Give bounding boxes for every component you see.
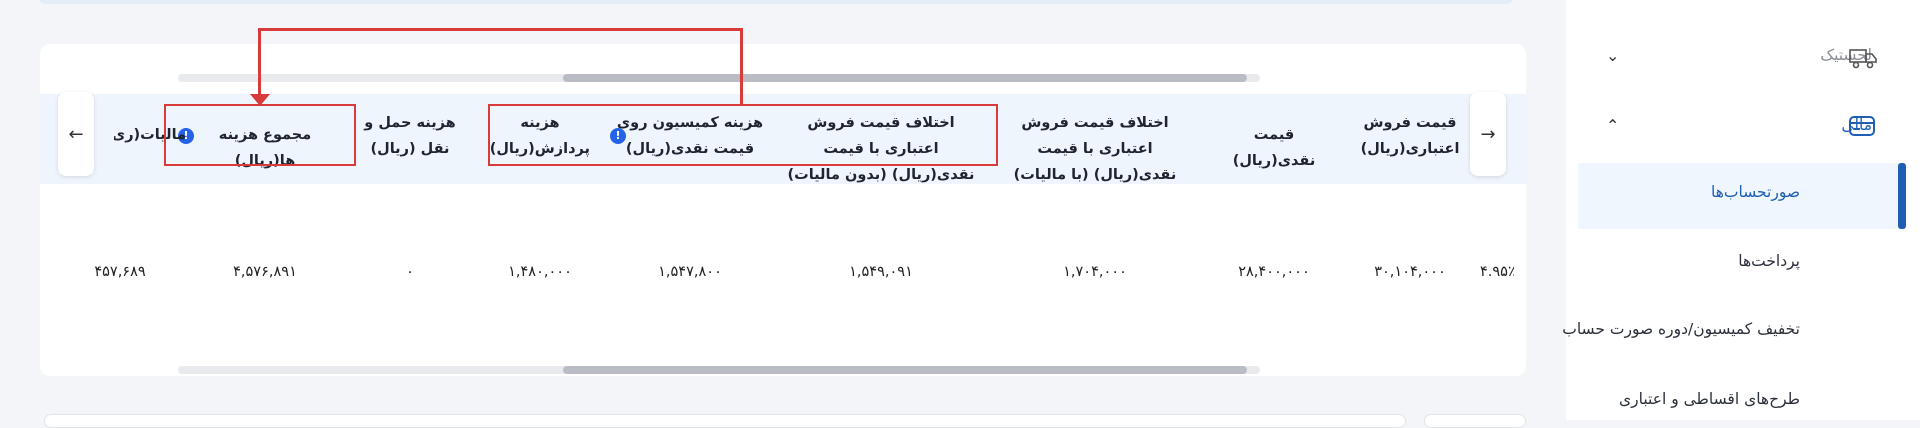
finance-chevron-up-icon[interactable]: ⌃: [1606, 116, 1619, 135]
cell-processing-cost: ۱,۴۸۰,۰۰۰: [508, 264, 572, 280]
horizontal-scrollbar-top[interactable]: [178, 74, 1260, 82]
scrollbar-thumb-top[interactable]: [563, 74, 1247, 82]
highlight-box-commission-diff: [488, 104, 998, 166]
sidebar-item-payments[interactable]: پرداخت‌ها: [1600, 252, 1800, 270]
header-credit-price: قیمت فروش اعتباری(ریال): [1360, 115, 1460, 157]
cell-cash-price: ۲۸,۴۰۰,۰۰۰: [1238, 264, 1310, 280]
bottom-panel-edge: [44, 414, 1406, 428]
card-icon: [1849, 116, 1875, 136]
top-panel-edge: [40, 0, 1512, 4]
sidebar-item-installment-plans[interactable]: طرح‌های اقساطی و اعتباری: [1600, 390, 1800, 408]
cell-commission-cost: ۱,۵۴۷,۸۰۰: [658, 264, 722, 280]
cell-tax: ۴۵۷,۶۸۹: [94, 264, 146, 280]
scrollbar-thumb-bottom[interactable]: [563, 366, 1247, 374]
scroll-left-button[interactable]: ←: [58, 92, 94, 176]
cell-credit-price: ۳۰,۱۰۴,۰۰۰: [1374, 264, 1446, 280]
highlight-box-total-cost: [164, 104, 356, 166]
sidebar-active-indicator: [1898, 163, 1906, 229]
connector-line-top: [258, 28, 742, 31]
cell-diff-without-tax: ۱,۵۴۹,۰۹۱: [849, 264, 913, 280]
header-diff-with-tax: اختلاف قیمت فروش اعتباری با قیمت نقدی(ری…: [1013, 115, 1177, 183]
header-cash-price: قیمت نقدی(ریال): [1232, 127, 1316, 169]
connector-line-right: [740, 28, 743, 106]
cell-total-cost: ۴,۵۷۶,۸۹۱: [233, 264, 297, 280]
scroll-right-button[interactable]: →: [1470, 92, 1506, 176]
bottom-button-edge: [1424, 414, 1526, 428]
cell-partial: ۴.۹۵٪: [1480, 264, 1514, 280]
cell-diff-with-tax: ۱,۷۰۴,۰۰۰: [1063, 264, 1127, 280]
arrow-right-icon: →: [1480, 123, 1496, 145]
logistics-chevron-down-icon[interactable]: ⌄: [1606, 46, 1619, 65]
connector-line-left: [258, 28, 261, 98]
cell-shipping-cost: ۰: [406, 264, 414, 280]
sidebar-item-commission-discount[interactable]: تخفیف کمیسیون/دوره صورت حساب: [1562, 320, 1800, 338]
horizontal-scrollbar-bottom[interactable]: [178, 366, 1260, 374]
connector-arrowhead-icon: [250, 94, 270, 106]
sidebar-item-statements[interactable]: صورتحساب‌ها: [1600, 183, 1800, 201]
truck-icon: [1849, 49, 1877, 69]
arrow-left-icon: ←: [68, 123, 84, 145]
header-shipping-cost: هزینه حمل و نقل (ریال): [364, 115, 456, 157]
